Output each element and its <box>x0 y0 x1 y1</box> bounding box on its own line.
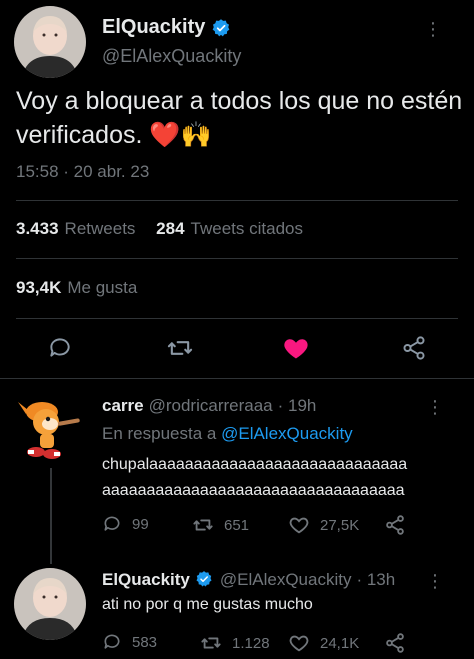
reply-icon <box>104 634 120 649</box>
display-name[interactable]: ElQuackity <box>102 16 205 39</box>
like-count: 27,5K <box>320 516 360 534</box>
share-button[interactable] <box>384 514 406 536</box>
reply-icon <box>104 516 120 531</box>
likes-count[interactable]: 93,4K <box>16 278 61 297</box>
display-name[interactable]: ElQuackity <box>102 570 190 590</box>
reply-time[interactable]: · 19h <box>278 396 317 416</box>
retweet-icon[interactable] <box>160 328 200 368</box>
more-options-icon[interactable]: ⋮ <box>426 572 444 590</box>
share-icon <box>386 633 404 653</box>
reply-text: ati no por q me gustas mucho <box>102 596 313 613</box>
more-options-icon[interactable]: ⋮ <box>424 20 442 38</box>
reply-text-line: aaaaaaaaaaaaaaaaaaaaaaaaaaaaaaaaaa <box>102 482 405 499</box>
heart-outline-icon <box>289 517 309 534</box>
tweet-timestamp[interactable]: 15:58 · 20 abr. 23 <box>16 162 149 182</box>
retweet-count: 651 <box>224 516 250 534</box>
reply-context: En respuesta a @ElAlexQuackity <box>102 424 353 444</box>
like-count: 24,1K <box>320 634 360 652</box>
display-name[interactable]: carre <box>102 396 144 416</box>
divider <box>16 318 458 319</box>
like-button[interactable]: 24,1K <box>288 632 359 654</box>
reply-count: 99 <box>132 515 149 533</box>
reply-author-row: ElQuackity @ElAlexQuackity · 13h <box>102 570 395 590</box>
thread-connector <box>50 468 52 564</box>
avatar[interactable] <box>14 392 86 464</box>
retweet-icon <box>201 637 221 649</box>
retweet-icon <box>193 519 213 531</box>
heart-icon[interactable] <box>276 328 316 368</box>
retweet-stats: 3.433 Retweets 284 Tweets citados <box>16 219 303 239</box>
reply-to-prefix: En respuesta a <box>102 424 217 443</box>
heart-outline-icon <box>289 635 309 652</box>
reply-tweet[interactable]: carre @rodricarreraaa · 19h ⋮ En respues… <box>0 380 474 564</box>
quotes-count[interactable]: 284 <box>156 219 184 238</box>
reply-text-line: chupalaaaaaaaaaaaaaaaaaaaaaaaaaaaaa <box>102 456 408 473</box>
reply-author-row: carre @rodricarreraaa · 19h <box>102 396 316 416</box>
likes-label[interactable]: Me gusta <box>67 278 137 297</box>
retweets-count[interactable]: 3.433 <box>16 219 59 238</box>
reply-time[interactable]: · 13h <box>356 570 395 590</box>
reply-icon[interactable] <box>40 328 80 368</box>
reply-actions: 99 651 27,5K <box>102 514 432 538</box>
quotes-label[interactable]: Tweets citados <box>191 219 303 238</box>
divider <box>0 378 474 379</box>
share-icon <box>386 515 404 535</box>
author-handle[interactable]: @ElAlexQuackity <box>220 570 352 590</box>
share-icon[interactable] <box>394 328 434 368</box>
divider <box>16 200 458 201</box>
like-button[interactable]: 27,5K <box>288 514 359 536</box>
tweet-text: Voy a bloquear a todos los que no estén … <box>16 87 463 149</box>
reply-tweet[interactable]: ElQuackity @ElAlexQuackity · 13h ⋮ ati n… <box>0 556 474 659</box>
reply-button[interactable]: 583 <box>102 632 157 652</box>
reply-actions: 583 1.128 24,1K <box>102 632 432 656</box>
author-name-row[interactable]: ElQuackity <box>102 16 231 39</box>
author-handle[interactable]: @rodricarreraaa <box>149 396 273 416</box>
avatar[interactable] <box>14 6 86 78</box>
verified-badge-icon <box>211 18 231 38</box>
retweet-button[interactable]: 1.128 <box>200 632 270 654</box>
avatar[interactable] <box>14 568 86 640</box>
share-button[interactable] <box>384 632 406 654</box>
tweet-actions <box>0 328 474 368</box>
author-handle[interactable]: @ElAlexQuackity <box>102 46 241 67</box>
reply-button[interactable]: 99 <box>102 514 149 534</box>
retweet-count: 1.128 <box>232 634 270 652</box>
more-options-icon[interactable]: ⋮ <box>426 398 444 416</box>
retweets-label[interactable]: Retweets <box>65 219 136 238</box>
verified-badge-icon <box>195 570 215 590</box>
reply-to-handle[interactable]: @ElAlexQuackity <box>221 424 353 443</box>
likes-stats: 93,4K Me gusta <box>16 278 137 298</box>
divider <box>16 258 458 259</box>
reply-count: 583 <box>132 633 158 651</box>
retweet-button[interactable]: 651 <box>192 514 249 536</box>
